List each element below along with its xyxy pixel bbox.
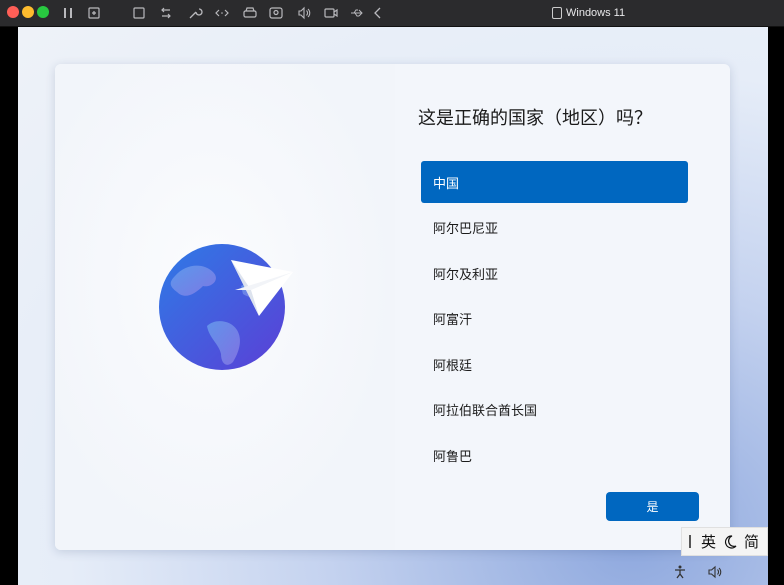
pause-icon[interactable]	[60, 5, 76, 21]
region-item-algeria[interactable]: 阿尔及利亚	[421, 252, 688, 294]
region-item-uae[interactable]: 阿拉伯联合酋长国	[421, 389, 688, 431]
region-item-aruba[interactable]: 阿鲁巴	[421, 434, 688, 476]
region-item-argentina[interactable]: 阿根廷	[421, 343, 688, 385]
settings-icon[interactable]	[187, 5, 203, 21]
minimize-window-button[interactable]	[22, 6, 34, 18]
share-icon[interactable]	[158, 5, 174, 21]
ime-language-toggle[interactable]: 英	[701, 531, 716, 552]
oobe-card: 这是正确的国家（地区）吗？ 中国 阿尔巴尼亚 阿尔及利亚 阿富汗 阿根廷 阿拉伯…	[55, 64, 730, 550]
code-icon[interactable]	[214, 5, 230, 21]
yes-button[interactable]: 是	[606, 492, 699, 521]
vm-screen: 这是正确的国家（地区）吗？ 中国 阿尔巴尼亚 阿尔及利亚 阿富汗 阿根廷 阿拉伯…	[18, 27, 768, 585]
video-icon[interactable]	[323, 5, 339, 21]
window-title: Windows 11	[552, 5, 625, 21]
speaker-icon[interactable]	[707, 564, 723, 580]
accessibility-icon[interactable]	[672, 564, 688, 580]
page-title: 这是正确的国家（地区）吗？	[418, 108, 652, 129]
host-toolbar: Windows 11	[0, 0, 784, 27]
zoom-window-button[interactable]	[37, 6, 49, 18]
camera-icon[interactable]	[268, 5, 284, 21]
globe-icon	[159, 244, 293, 370]
region-item-albania[interactable]: 阿尔巴尼亚	[421, 207, 688, 249]
volume-icon[interactable]	[296, 5, 312, 21]
moon-icon[interactable]	[722, 534, 738, 550]
fullscreen-icon[interactable]	[131, 5, 147, 21]
region-list[interactable]: 中国 阿尔巴尼亚 阿尔及利亚 阿富汗 阿根廷 阿拉伯联合酋长国 阿鲁巴	[421, 161, 688, 480]
ime-mode-toggle[interactable]: 简	[744, 531, 759, 552]
close-window-button[interactable]	[7, 6, 19, 18]
region-item-afghanistan[interactable]: 阿富汗	[421, 298, 688, 340]
ime-toolbar[interactable]: 英 简	[681, 527, 768, 556]
usb-icon[interactable]	[349, 5, 365, 21]
snapshot-icon[interactable]	[86, 5, 102, 21]
region-item-china[interactable]: 中国	[421, 161, 688, 203]
back-icon[interactable]	[370, 5, 386, 21]
disk-icon[interactable]	[242, 5, 258, 21]
document-icon	[552, 7, 562, 19]
ime-grip[interactable]	[689, 535, 691, 548]
